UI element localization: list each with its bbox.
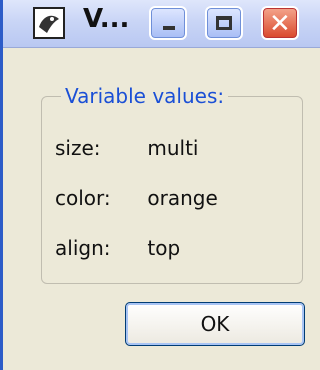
group-legend: Variable values: xyxy=(61,84,229,108)
variable-row: color: orange xyxy=(55,186,218,210)
variable-value: multi xyxy=(147,136,199,160)
title-bar[interactable]: V... ✕ xyxy=(3,0,320,48)
variable-label: size: xyxy=(55,136,101,160)
variable-row: size: multi xyxy=(55,136,198,160)
variable-label: color: xyxy=(55,186,111,210)
variable-value: orange xyxy=(147,186,218,210)
variable-row: align: top xyxy=(55,236,180,260)
dialog-window: V... ✕ Variable values: size: multi colo… xyxy=(0,0,320,370)
app-icon xyxy=(33,7,65,39)
close-button[interactable]: ✕ xyxy=(261,6,299,40)
maximize-button[interactable] xyxy=(205,6,243,40)
minimize-icon xyxy=(163,26,175,30)
ok-button[interactable]: OK xyxy=(125,302,305,346)
close-icon: ✕ xyxy=(269,9,291,39)
variable-label: align: xyxy=(55,236,111,260)
minimize-button[interactable] xyxy=(149,6,187,40)
variable-value: top xyxy=(147,236,181,260)
maximize-icon xyxy=(216,16,232,30)
window-title: V... xyxy=(83,4,130,34)
